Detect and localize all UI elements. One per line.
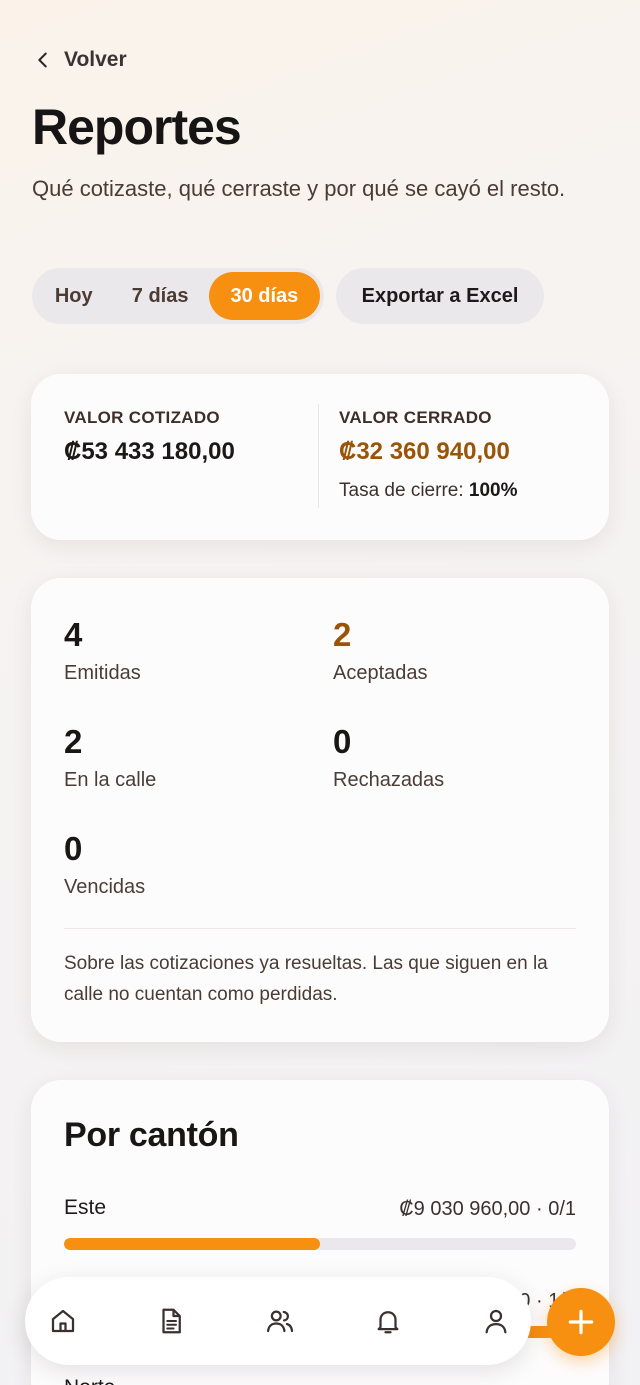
back-label: Volver — [64, 48, 127, 71]
bottom-nav — [25, 1277, 531, 1365]
home-icon — [51, 1309, 75, 1333]
stat-label: Vencidas — [64, 876, 146, 898]
bell-icon — [377, 1311, 399, 1334]
stat-value: 4 — [64, 616, 83, 653]
canton-row-name: Este — [64, 1196, 107, 1219]
quoted-value-amount: ₡53 433 180,00 — [64, 438, 235, 465]
canton-row-name: Norte — [64, 1376, 115, 1385]
canton-row-value: ₡9 030 960,00 · 0/1 — [399, 1198, 576, 1220]
stat-rechazadas: 0 Rechazadas — [333, 723, 583, 792]
closed-value-block: VALOR CERRADO ₡32 360 940,00 Tasa de cie… — [339, 408, 518, 502]
period-segmented-control: Hoy 7 días 30 días — [32, 268, 324, 324]
divider — [64, 928, 576, 929]
quoted-value-block: VALOR COTIZADO ₡53 433 180,00 — [64, 408, 235, 466]
back-button[interactable]: Volver — [32, 48, 127, 72]
canton-section-title: Por cantón — [64, 1116, 239, 1154]
stat-aceptadas: 2 Aceptadas — [333, 616, 583, 685]
closed-value-label: VALOR CERRADO — [339, 408, 492, 427]
stat-label: Aceptadas — [333, 662, 428, 684]
nav-notifications[interactable] — [370, 1303, 406, 1339]
stat-vencidas: 0 Vencidas — [64, 830, 314, 899]
stats-card: 4 Emitidas 2 Aceptadas 2 En la calle 0 R… — [31, 578, 609, 1042]
quoted-value-label: VALOR COTIZADO — [64, 408, 220, 427]
chevron-left-icon — [38, 52, 47, 68]
stat-label: Emitidas — [64, 662, 141, 684]
new-quote-fab[interactable] — [547, 1288, 615, 1356]
period-option-today[interactable]: Hoy — [36, 272, 111, 320]
period-option-30-days[interactable]: 30 días — [208, 272, 320, 320]
user-icon — [485, 1309, 507, 1334]
stats-note: Sobre las cotizaciones ya resueltas. Las… — [64, 953, 548, 1005]
stat-label: Rechazadas — [333, 769, 445, 791]
nav-home[interactable] — [45, 1303, 81, 1339]
close-rate-value: 100% — [468, 480, 518, 501]
stat-value: 2 — [64, 723, 83, 760]
period-option-7-days[interactable]: 7 días — [111, 272, 208, 320]
page-subtitle: Qué cotizaste, qué cerraste y por qué se… — [32, 176, 566, 201]
closed-value-amount: ₡32 360 940,00 — [339, 438, 510, 465]
stat-en-la-calle: 2 En la calle — [64, 723, 314, 792]
nav-documents[interactable] — [153, 1303, 189, 1339]
page-title: Reportes — [32, 99, 242, 155]
canton-progress-bar — [64, 1238, 576, 1250]
stat-value: 0 — [64, 830, 83, 867]
nav-clients[interactable] — [262, 1303, 298, 1339]
export-excel-button[interactable]: Exportar a Excel — [336, 268, 544, 324]
stat-value: 2 — [333, 616, 352, 653]
users-icon — [267, 1310, 294, 1333]
canton-progress-fill — [64, 1238, 320, 1250]
reports-page: Volver Reportes Qué cotizaste, qué cerra… — [0, 0, 640, 1385]
values-card: VALOR COTIZADO ₡53 433 180,00 VALOR CERR… — [31, 374, 609, 540]
stat-value: 0 — [333, 723, 352, 760]
nav-profile[interactable] — [478, 1303, 514, 1339]
close-rate-label: Tasa de cierre: — [339, 480, 464, 501]
close-rate: Tasa de cierre: 100% — [339, 480, 518, 502]
stat-emitidas: 4 Emitidas — [64, 616, 314, 685]
document-icon — [162, 1308, 181, 1334]
stat-label: En la calle — [64, 769, 157, 791]
plus-icon — [568, 1309, 594, 1335]
divider — [318, 404, 319, 508]
